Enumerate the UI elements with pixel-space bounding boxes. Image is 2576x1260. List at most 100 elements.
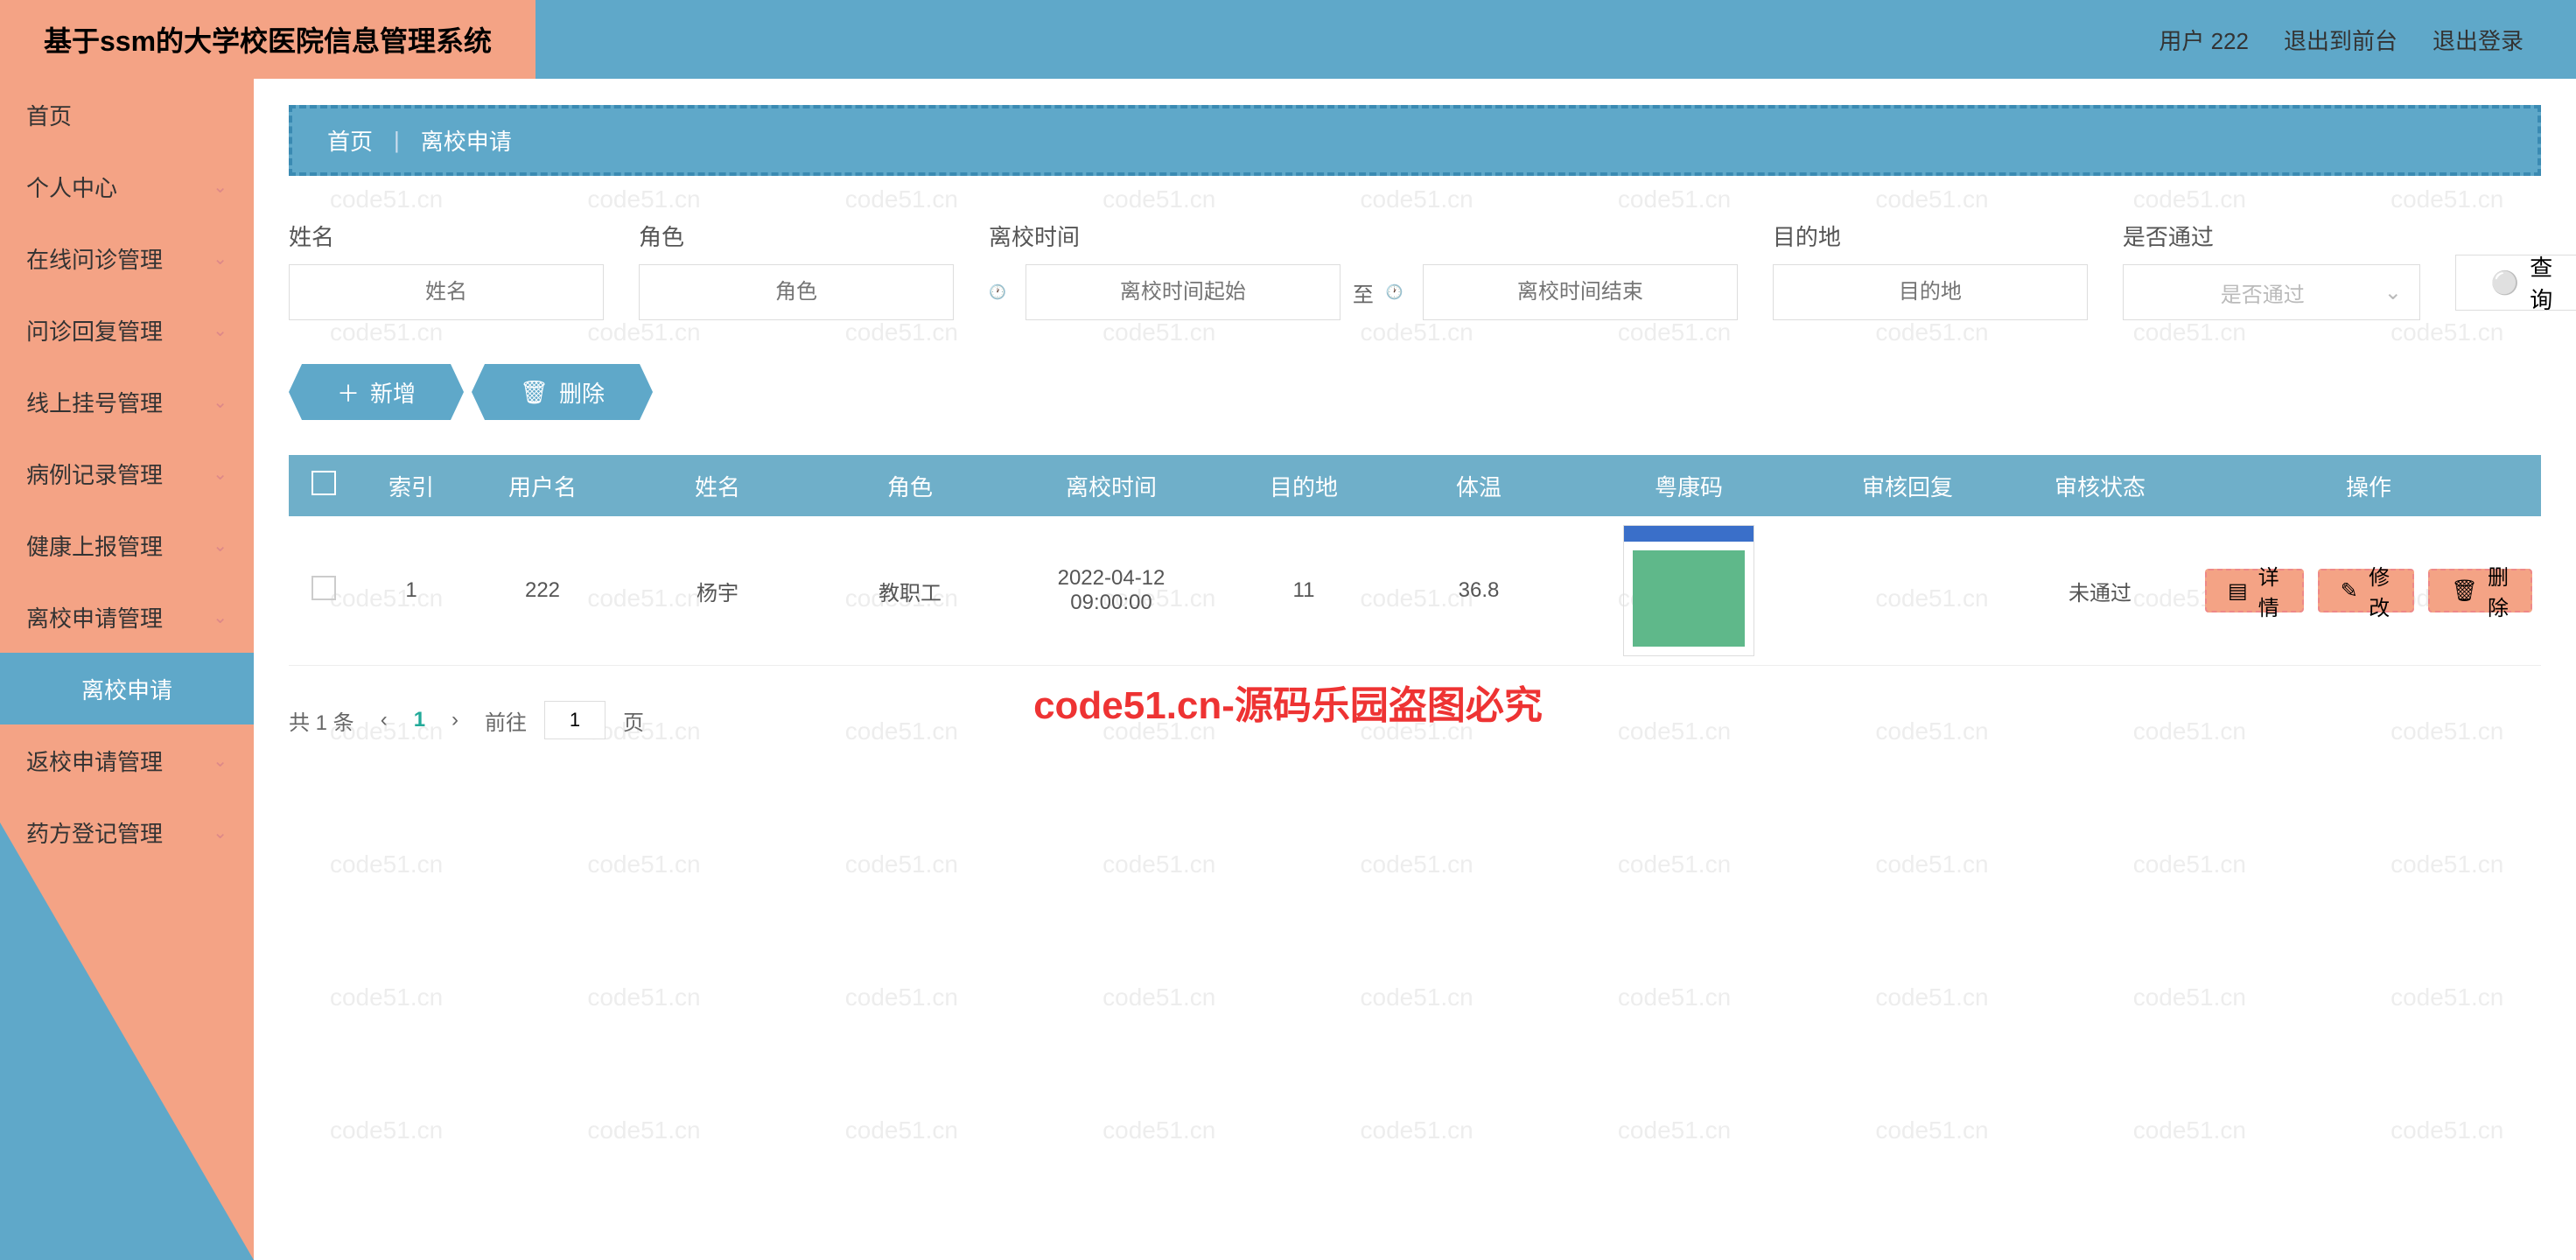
- edit-button[interactable]: ✎修改: [2318, 569, 2415, 612]
- sidebar-submenu-leave-apply[interactable]: 离校申请: [0, 653, 254, 724]
- search-icon: ⚪: [2491, 270, 2519, 297]
- cell-username: 222: [464, 578, 621, 603]
- th-index: 索引: [359, 470, 464, 502]
- op-label: 详情: [2257, 560, 2281, 621]
- cell-destination: 11: [1216, 578, 1391, 603]
- delete-button-label: 删除: [559, 376, 605, 409]
- pagination-total: 共 1 条: [289, 705, 354, 736]
- top-header: 基于ssm的大学校医院信息管理系统 用户 222 退出到前台 退出登录: [0, 0, 2576, 79]
- sidebar-item-label: 离校申请管理: [26, 601, 163, 634]
- sidebar-item-label: 返校申请管理: [26, 745, 163, 777]
- sidebar-item-online-consult[interactable]: 在线问诊管理 ⌄: [0, 222, 254, 294]
- header-brand: 基于ssm的大学校医院信息管理系统: [0, 0, 536, 79]
- th-destination: 目的地: [1216, 470, 1391, 502]
- chevron-down-icon: ⌄: [213, 606, 228, 628]
- sidebar-item-profile[interactable]: 个人中心⌄: [0, 150, 254, 222]
- detail-button[interactable]: ▤详情: [2205, 569, 2304, 612]
- filter-destination: 目的地: [1773, 220, 2088, 320]
- sidebar-item-case-records[interactable]: 病例记录管理 ⌄: [0, 438, 254, 509]
- back-to-front-link[interactable]: 退出到前台: [2284, 24, 2398, 56]
- plus-icon: ＋: [337, 376, 360, 409]
- sidebar-item-consult-reply[interactable]: 问诊回复管理⌄: [0, 294, 254, 366]
- search-button-label: 查询: [2530, 250, 2552, 315]
- breadcrumb-separator: |: [394, 127, 400, 154]
- chevron-down-icon: ⌄: [213, 319, 228, 341]
- cell-leave-time: 2022-04-12 09:00:00: [1006, 566, 1216, 615]
- sidebar-item-home[interactable]: 首页: [0, 79, 254, 150]
- filter-pass-label: 是否通过: [2123, 220, 2420, 252]
- filter-name-label: 姓名: [289, 220, 604, 252]
- th-username: 用户名: [464, 470, 621, 502]
- cell-operations: ▤详情 ✎修改 🗑删除: [2196, 569, 2541, 612]
- breadcrumb-home[interactable]: 首页: [327, 124, 373, 157]
- sidebar-diagonal-decoration: [0, 822, 254, 1260]
- chevron-down-icon: ⌄: [213, 248, 228, 270]
- sidebar-item-online-register[interactable]: 线上挂号管理 ⌄: [0, 366, 254, 438]
- filter-time-start-input[interactable]: [1026, 264, 1340, 320]
- sidebar-item-label: 首页: [26, 99, 72, 131]
- filter-role-input[interactable]: [639, 264, 954, 320]
- breadcrumb-current: 离校申请: [421, 124, 512, 157]
- goto-suffix: 页: [623, 705, 644, 736]
- edit-icon: ✎: [2341, 578, 2358, 604]
- th-review-reply: 审核回复: [1811, 470, 2004, 502]
- cell-temperature: 36.8: [1391, 578, 1566, 603]
- clock-icon: 🕐: [989, 284, 1006, 301]
- breadcrumb: 首页 | 离校申请: [289, 105, 2541, 176]
- select-placeholder: 是否通过: [2141, 277, 2384, 308]
- current-page[interactable]: 1: [414, 708, 425, 732]
- search-button[interactable]: ⚪ 查询: [2455, 255, 2576, 311]
- cell-role: 教职工: [814, 576, 1006, 606]
- th-name: 姓名: [621, 470, 814, 502]
- chevron-down-icon: ⌄: [2384, 280, 2402, 305]
- action-bar: ＋ 新增 🗑 删除: [289, 364, 2541, 420]
- sidebar-item-label: 线上挂号管理: [26, 386, 163, 418]
- sidebar-submenu-label: 离校申请: [81, 673, 172, 705]
- goto-page-input[interactable]: [544, 701, 606, 739]
- sidebar-item-leave-apply[interactable]: 离校申请管理 ⌄: [0, 581, 254, 653]
- cell-index: 1: [359, 578, 464, 603]
- chevron-down-icon: ⌄: [213, 463, 228, 485]
- chevron-down-icon: ⌄: [213, 391, 228, 413]
- clock-icon: 🕐: [1386, 284, 1404, 301]
- th-leave-time: 离校时间: [1006, 470, 1216, 502]
- select-all-checkbox[interactable]: [312, 471, 336, 495]
- sidebar-item-label: 病例记录管理: [26, 458, 163, 490]
- th-role: 角色: [814, 470, 1006, 502]
- filter-role-label: 角色: [639, 220, 954, 252]
- sidebar-item-label: 健康上报管理: [26, 529, 163, 562]
- prev-page-button[interactable]: ‹: [372, 708, 396, 732]
- op-label: 删除: [2487, 560, 2510, 621]
- sidebar-item-label: 在线问诊管理: [26, 242, 163, 275]
- table-row: 1 222 杨宇 教职工 2022-04-12 09:00:00 11 36.8…: [289, 516, 2541, 666]
- sidebar-item-return-apply[interactable]: 返校申请管理 ⌄: [0, 724, 254, 796]
- sidebar-item-health-report[interactable]: 健康上报管理⌄: [0, 509, 254, 581]
- filter-bar: 姓名 角色 离校时间 🕐 至 🕐 目的地 是否通过 是否通过 ⌄: [289, 220, 2541, 320]
- filter-pass: 是否通过 是否通过 ⌄: [2123, 220, 2420, 320]
- filter-name-input[interactable]: [289, 264, 604, 320]
- row-checkbox[interactable]: [312, 576, 336, 600]
- qr-code-thumbnail[interactable]: [1623, 525, 1754, 656]
- filter-role: 角色: [639, 220, 954, 320]
- data-table: 索引 用户名 姓名 角色 离校时间 目的地 体温 粤康码 审核回复 审核状态 操…: [289, 455, 2541, 666]
- chevron-down-icon: ⌄: [213, 176, 228, 198]
- cell-review-status: 未通过: [2004, 576, 2196, 606]
- delete-button[interactable]: 🗑 删除: [485, 364, 640, 420]
- trash-icon: 🗑: [520, 379, 549, 406]
- filter-time-label: 离校时间: [989, 220, 1738, 252]
- detail-icon: ▤: [2228, 578, 2248, 604]
- filter-dest-label: 目的地: [1773, 220, 2088, 252]
- filter-pass-select[interactable]: 是否通过 ⌄: [2123, 264, 2420, 320]
- user-label[interactable]: 用户 222: [2159, 24, 2249, 56]
- filter-dest-input[interactable]: [1773, 264, 2088, 320]
- add-button[interactable]: ＋ 新增: [302, 364, 451, 420]
- row-delete-button[interactable]: 🗑删除: [2428, 569, 2532, 612]
- op-label: 修改: [2367, 560, 2392, 621]
- next-page-button[interactable]: ›: [443, 708, 467, 732]
- filter-time-end-input[interactable]: [1423, 264, 1738, 320]
- goto-prefix: 前往: [485, 705, 527, 736]
- logout-link[interactable]: 退出登录: [2432, 24, 2524, 56]
- chevron-down-icon: ⌄: [213, 750, 228, 772]
- pagination: 共 1 条 ‹ 1 › 前往 页: [289, 701, 2541, 739]
- cell-name: 杨宇: [621, 576, 814, 606]
